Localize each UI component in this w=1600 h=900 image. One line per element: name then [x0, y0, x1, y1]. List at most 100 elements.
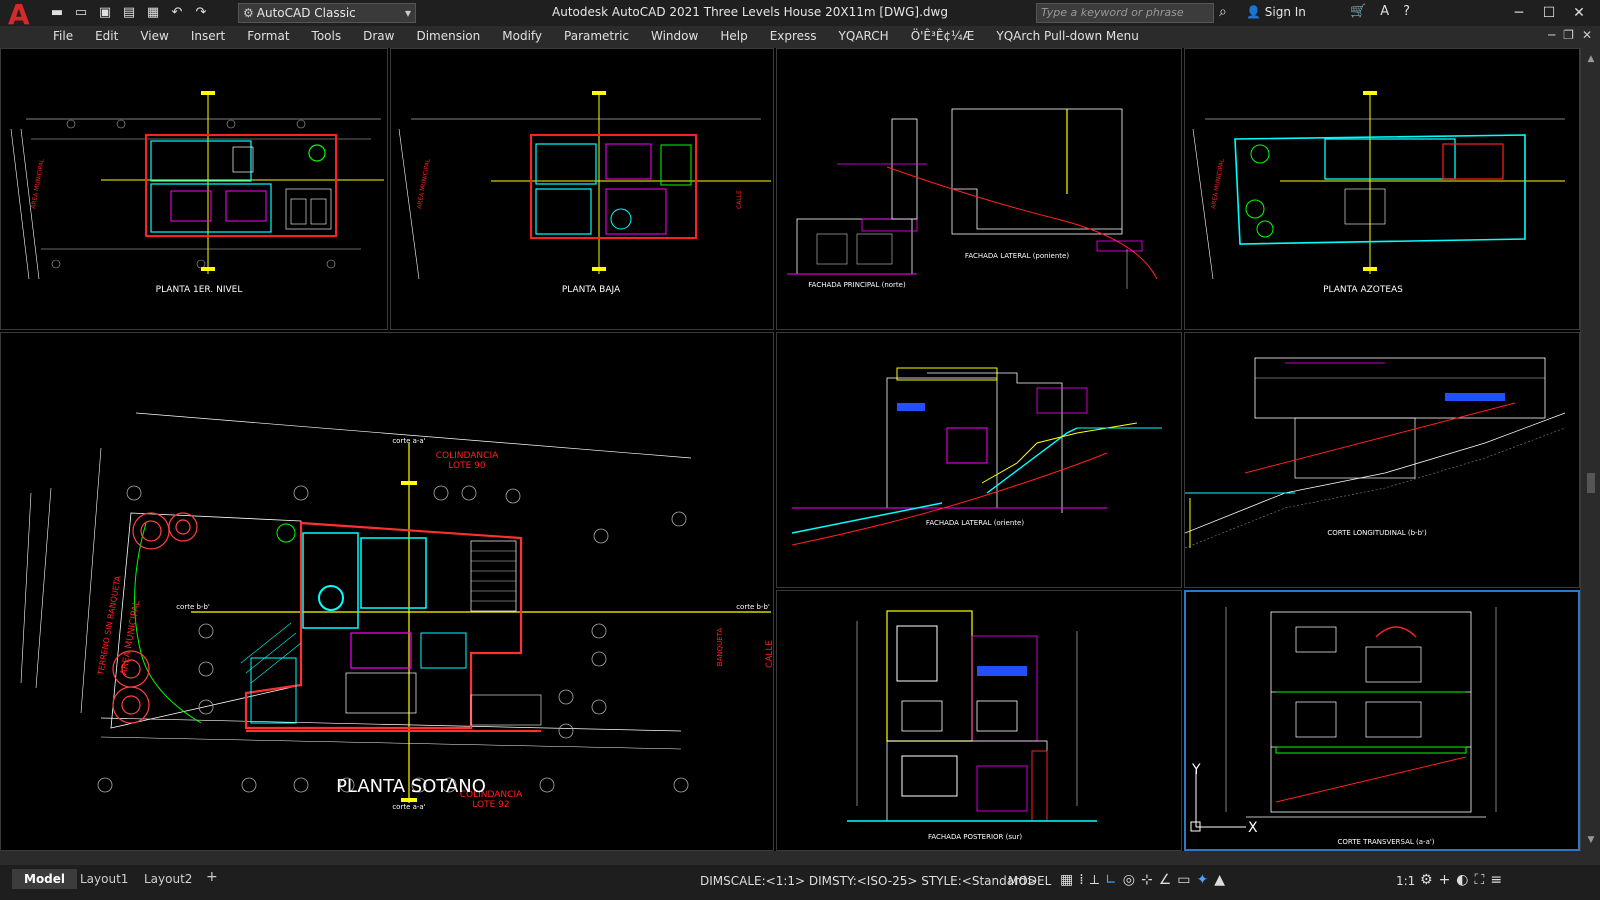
plus-icon[interactable]: +	[1439, 872, 1451, 888]
menu-bar: File Edit View Insert Format Tools Draw Dimensi…	[0, 26, 1600, 48]
elevation-drawing	[847, 610, 1097, 822]
help-icon[interactable]: ?	[1403, 4, 1410, 19]
doc-close-icon[interactable]: ✕	[1582, 28, 1592, 42]
close-icon[interactable]: ✕	[1564, 2, 1594, 24]
annotation-scale[interactable]: 1:1	[1396, 874, 1415, 888]
drawing-area[interactable]: AREA MUNICIPAL PLANTA 1ER. NIVEL AREA MU…	[0, 48, 1580, 851]
viewport-planta-sotano[interactable]: COLINDANCIA LOTE 90 corte a-a' corte b-b…	[0, 332, 774, 851]
menu-item-15[interactable]: YQArch Pull-down Menu	[985, 29, 1149, 43]
undo-icon[interactable]: ↶	[168, 4, 186, 22]
model-space-button[interactable]: MODEL	[1008, 874, 1051, 888]
viewport-corte-longitudinal[interactable]: CORTE LONGITUDINAL (b-b')	[1184, 332, 1580, 588]
status-bar: DIMSCALE:<1:1> DIMSTY:<ISO-25> STYLE:<St…	[690, 865, 1600, 900]
status-tools: ⚙ + ◐ ⛶ ≡	[1420, 872, 1502, 888]
annotation-icon[interactable]: ✦	[1197, 872, 1209, 888]
banqueta-label: BANQUETA	[716, 627, 725, 667]
viewport-corte-transversal[interactable]: Y X CORTE TRANSVERSAL (a-a')	[1184, 590, 1580, 851]
svg-text:AREA MUNICIPAL: AREA MUNICIPAL	[416, 158, 432, 210]
save-as-icon[interactable]: ▤	[120, 4, 138, 22]
scroll-up-icon[interactable]: ▲	[1581, 54, 1600, 64]
svg-text:AREA MUNICIPAL: AREA MUNICIPAL	[30, 158, 46, 210]
viewport-fachada-lateral-oriente[interactable]: FACHADA LATERAL (oriente)	[776, 332, 1182, 588]
menu-item-6[interactable]: Draw	[352, 29, 405, 43]
menu-item-3[interactable]: Insert	[180, 29, 236, 43]
vertical-scrollbar[interactable]: ▲ ▼	[1580, 48, 1600, 851]
redo-icon[interactable]: ↷	[192, 4, 210, 22]
otrack-icon[interactable]: ∠	[1159, 872, 1172, 888]
gear-icon: ⚙	[243, 6, 254, 20]
doc-minimize-icon[interactable]: ─	[1548, 28, 1555, 42]
scroll-down-icon[interactable]: ▼	[1581, 835, 1600, 845]
scrollbar-thumb[interactable]	[1587, 473, 1595, 493]
viewport-fachada-posterior[interactable]: FACHADA POSTERIOR (sur)	[776, 590, 1182, 851]
viewport-fachadas[interactable]: FACHADA PRINCIPAL (norte) FACHADA LATERA…	[776, 48, 1182, 330]
viewport-title: FACHADA PRINCIPAL (norte)	[808, 281, 906, 289]
menu-item-11[interactable]: Help	[709, 29, 758, 43]
colindancia-label-top: COLINDANCIA	[435, 451, 499, 461]
minimize-icon[interactable]: ─	[1504, 2, 1534, 24]
svg-text:Y: Y	[1191, 762, 1201, 778]
menu-item-2[interactable]: View	[129, 29, 179, 43]
horizontal-scrollbar[interactable]	[0, 851, 1600, 865]
menu-items: File Edit View Insert Format Tools Draw Dimensi…	[42, 29, 1150, 43]
viewport-title: CORTE LONGITUDINAL (b-b')	[1327, 529, 1427, 537]
menu-item-1[interactable]: Edit	[84, 29, 129, 43]
search-icon[interactable]: ⌕	[1219, 4, 1227, 20]
tab-layout2[interactable]: Layout2	[132, 869, 204, 889]
plot-icon[interactable]: ▦	[144, 4, 162, 22]
viewport-title: FACHADA POSTERIOR (sur)	[927, 833, 1023, 841]
workspace-label: AutoCAD Classic	[256, 6, 356, 20]
viewport-title: PLANTA 1ER. NIVEL	[155, 285, 243, 295]
section-drawing: Y X	[1190, 607, 1497, 836]
layout-tabs: Model Layout1 Layout2 +	[0, 865, 690, 900]
autocad-logo[interactable]: A	[8, 0, 34, 30]
corte-label-left: corte b-b'	[176, 603, 210, 611]
viewport-subtitle: FACHADA LATERAL (poniente)	[964, 252, 1070, 260]
maximize-icon[interactable]: ☐	[1534, 2, 1564, 24]
search-input[interactable]: Type a keyword or phrase	[1036, 3, 1214, 23]
menu-item-12[interactable]: Express	[759, 29, 828, 43]
doc-restore-icon[interactable]: ❐	[1563, 28, 1574, 42]
sign-in-button[interactable]: 👤 Sign In	[1246, 5, 1306, 19]
open-folder-icon[interactable]: ▭	[72, 4, 90, 22]
viewport-planta-1er-nivel[interactable]: AREA MUNICIPAL PLANTA 1ER. NIVEL	[0, 48, 388, 330]
fullscreen-icon[interactable]: ⛶	[1475, 872, 1485, 888]
isolate-icon[interactable]: ◐	[1456, 872, 1468, 888]
menu-item-10[interactable]: Window	[640, 29, 709, 43]
titlebar-tools: 🛒 A ?	[1350, 4, 1410, 19]
add-layout-icon[interactable]: +	[206, 869, 218, 885]
customize-icon[interactable]: ≡	[1490, 872, 1502, 888]
workspace-gear-icon[interactable]: ⚙	[1420, 872, 1433, 888]
sign-in-label: Sign In	[1264, 5, 1306, 19]
chevron-down-icon: ▾	[404, 6, 411, 20]
lineweight-icon[interactable]: ▭	[1177, 872, 1190, 888]
menu-item-13[interactable]: YQARCH	[828, 29, 900, 43]
menu-item-8[interactable]: Modify	[491, 29, 553, 43]
window-title: Autodesk AutoCAD 2021 Three Levels House…	[552, 5, 948, 19]
new-file-icon[interactable]: ▬	[48, 4, 66, 22]
menu-item-14[interactable]: Ö'Ê³Ê¢¼Æ	[900, 29, 986, 43]
infer-icon[interactable]: ⟂	[1090, 872, 1099, 888]
viewport-title: PLANTA AZOTEAS	[1323, 285, 1403, 295]
viewport-planta-azoteas[interactable]: AREA MUNICIPAL PLANTA AZOTEAS	[1184, 48, 1580, 330]
cart-icon[interactable]: 🛒	[1350, 4, 1366, 19]
workspace-dropdown[interactable]: ⚙ AutoCAD Classic ▾	[238, 3, 416, 23]
autocad-window: A ▬ ▭ ▣ ▤ ▦ ↶ ↷ ⚙ AutoCAD Classic ▾ Autod…	[0, 0, 1600, 900]
grid-icon[interactable]: ▦	[1060, 872, 1073, 888]
viewport-title: FACHADA LATERAL (oriente)	[925, 519, 1025, 527]
menu-item-9[interactable]: Parametric	[553, 29, 640, 43]
ortho-icon[interactable]: ∟	[1105, 872, 1117, 888]
a360-icon[interactable]: A	[1380, 4, 1389, 19]
tab-layout1[interactable]: Layout1	[68, 869, 140, 889]
menu-item-7[interactable]: Dimension	[405, 29, 491, 43]
snap-icon[interactable]: ⁞	[1079, 872, 1083, 888]
menu-item-5[interactable]: Tools	[301, 29, 353, 43]
polar-icon[interactable]: ◎	[1123, 872, 1135, 888]
menu-item-0[interactable]: File	[42, 29, 84, 43]
viewport-title: CORTE TRANSVERSAL (a-a')	[1337, 838, 1435, 846]
viewport-planta-baja[interactable]: AREA MUNICIPAL CALLE PLANTA BAJA	[390, 48, 774, 330]
save-icon[interactable]: ▣	[96, 4, 114, 22]
menu-item-4[interactable]: Format	[236, 29, 300, 43]
osnap-icon[interactable]: ⊹	[1141, 872, 1153, 888]
annotation-scale-icon[interactable]: ▲	[1214, 872, 1225, 888]
